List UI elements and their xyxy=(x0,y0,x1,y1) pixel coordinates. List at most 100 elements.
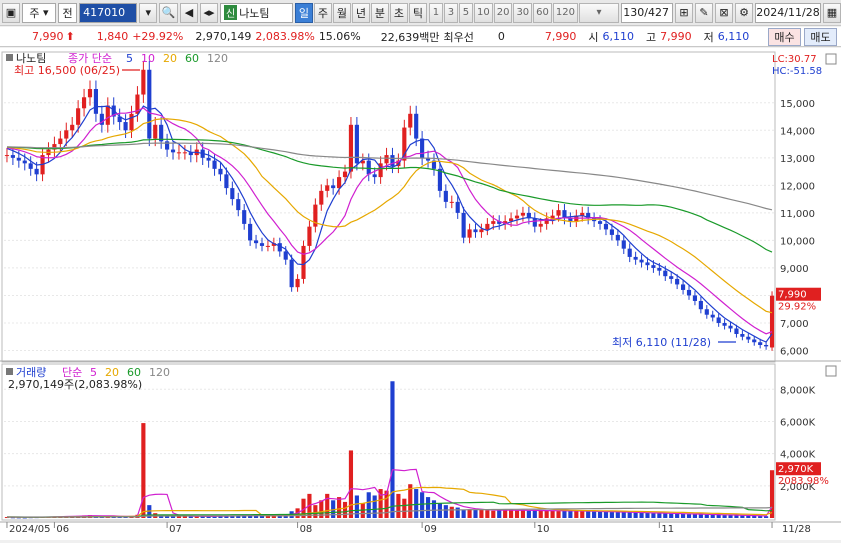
stock-chart[interactable]: 6,0007,0008,0009,00010,00011,00012,00013… xyxy=(0,48,841,540)
interval-5[interactable]: 5 xyxy=(458,2,473,23)
candle-body xyxy=(704,309,709,315)
buy-button[interactable]: 매수 xyxy=(768,28,801,46)
period-tab-1[interactable]: 주 xyxy=(313,2,332,23)
interval-30[interactable]: 30 xyxy=(513,2,533,23)
prev-next-icon[interactable]: ◂▸ xyxy=(199,2,218,23)
volume-bar xyxy=(526,510,531,518)
volume-bar xyxy=(514,510,520,518)
interval-buttons: 1 3 5 10 20 30 60 120 ▾ xyxy=(428,2,619,23)
grid-icon[interactable]: ⊞ xyxy=(675,2,693,23)
search-icon[interactable]: 🔍 xyxy=(159,2,178,23)
candle-body xyxy=(206,157,211,161)
interval-120[interactable]: 120 xyxy=(552,2,578,23)
volume-bar xyxy=(532,510,537,518)
volume-bar xyxy=(544,510,549,518)
interval-20[interactable]: 20 xyxy=(493,2,513,23)
candle-body xyxy=(81,97,87,109)
candle-body xyxy=(28,163,33,169)
date-field[interactable]: 2024/11/28 xyxy=(755,2,821,23)
sell-button[interactable]: 매도 xyxy=(804,28,837,46)
period-tab-5[interactable]: 초 xyxy=(389,2,408,23)
candle-body xyxy=(342,171,348,178)
volume-bar xyxy=(473,509,478,518)
bar-count[interactable]: 130/427 xyxy=(621,2,673,23)
candle-body xyxy=(514,215,520,219)
period-tab-3[interactable]: 년 xyxy=(351,2,370,23)
period-tab-2[interactable]: 월 xyxy=(332,2,351,23)
interval-60[interactable]: 60 xyxy=(533,2,552,23)
candle-body xyxy=(147,69,152,139)
period-tab-6[interactable]: 틱 xyxy=(408,2,427,23)
zoom-icon[interactable]: ⊠ xyxy=(715,2,733,23)
stock-name-field[interactable]: 신 나노팀 xyxy=(219,2,293,23)
x-axis-label: 09 xyxy=(424,524,437,535)
candle-body xyxy=(58,138,63,145)
volume-bar xyxy=(597,511,603,518)
volume-ma-line-5 xyxy=(6,468,773,518)
candle-body xyxy=(728,325,733,329)
calendar-icon[interactable]: ▦ xyxy=(823,2,841,23)
code-dropdown-icon[interactable]: ▾ xyxy=(139,2,158,23)
volume-pct: 2,083.98% xyxy=(255,30,315,43)
candle-body xyxy=(64,130,69,139)
volume-bar xyxy=(704,514,709,518)
settings-icon[interactable]: ⚙ xyxy=(735,2,753,23)
volume-bar xyxy=(710,514,715,518)
candle-body xyxy=(740,333,745,337)
price-tick-label: 9,000 xyxy=(780,264,809,275)
mode-select[interactable]: 주 ▾ xyxy=(22,2,56,23)
candle-body xyxy=(621,240,626,249)
stock-code-input[interactable]: 417010 xyxy=(79,2,138,23)
candle-body xyxy=(212,160,217,169)
interval-dropdown-icon[interactable]: ▾ xyxy=(579,2,619,23)
candle-body xyxy=(253,240,259,244)
period-tab-0[interactable]: 일 xyxy=(294,2,313,23)
candle-body xyxy=(76,108,81,125)
volume-bar xyxy=(520,510,526,518)
volume-bar xyxy=(621,512,626,518)
candle-body xyxy=(176,152,182,154)
interval-1[interactable]: 1 xyxy=(428,2,443,23)
stock-name: 나노팀 xyxy=(239,6,270,20)
interval-10[interactable]: 10 xyxy=(473,2,493,23)
chart-area[interactable]: 6,0007,0008,0009,00010,00011,00012,00013… xyxy=(0,48,841,540)
price-ma-line-5 xyxy=(6,105,773,343)
price-ma-line-10 xyxy=(6,107,773,335)
candle-body xyxy=(734,328,739,334)
high-annotation: 최고 16,500 (06/25) xyxy=(14,64,120,77)
volume-tick-label: 6,000K xyxy=(780,417,816,428)
volume-value-label: 2,970,149주(2,083.98%) xyxy=(8,378,142,391)
candle-body xyxy=(259,243,265,246)
candle-body xyxy=(669,276,674,279)
candle-body xyxy=(467,229,472,238)
x-axis-label: 11/28 xyxy=(782,524,811,535)
interval-3[interactable]: 3 xyxy=(443,2,458,23)
quote-bar: 7,990 ⬆ 1,840 +29.92% 2,970,149 2,083.98… xyxy=(0,27,841,47)
sound-icon[interactable]: ◀︎ xyxy=(179,2,198,23)
volume-bar xyxy=(556,511,561,518)
price-tick-label: 10,000 xyxy=(780,236,815,247)
volume-bar xyxy=(182,516,187,518)
candle-body xyxy=(182,152,187,154)
volume-bar xyxy=(390,381,395,518)
volume-ma-line-60 xyxy=(7,501,773,518)
mode2-select[interactable]: 전 xyxy=(58,2,78,23)
low-annotation: 최저 6,110 (11/28) xyxy=(612,336,711,349)
candle-body xyxy=(325,185,330,191)
candle-body xyxy=(651,265,656,268)
volume-bar xyxy=(443,505,448,518)
candle-body xyxy=(769,295,775,348)
trade-amount: 22,639백만 xyxy=(380,30,440,44)
candle-body xyxy=(93,89,99,114)
ma-legend-60: 60 xyxy=(185,52,199,65)
volume-bar xyxy=(675,513,680,518)
x-axis-label: 10 xyxy=(537,524,550,535)
candle-body xyxy=(491,221,496,224)
volume-bar xyxy=(746,515,751,518)
window-icon[interactable]: ▣ xyxy=(2,2,20,23)
period-tab-4[interactable]: 분 xyxy=(370,2,389,23)
candle-body xyxy=(597,221,603,224)
candle-body xyxy=(764,344,769,347)
candle-body xyxy=(141,69,146,95)
draw-tool-icon[interactable]: ✎ xyxy=(695,2,713,23)
